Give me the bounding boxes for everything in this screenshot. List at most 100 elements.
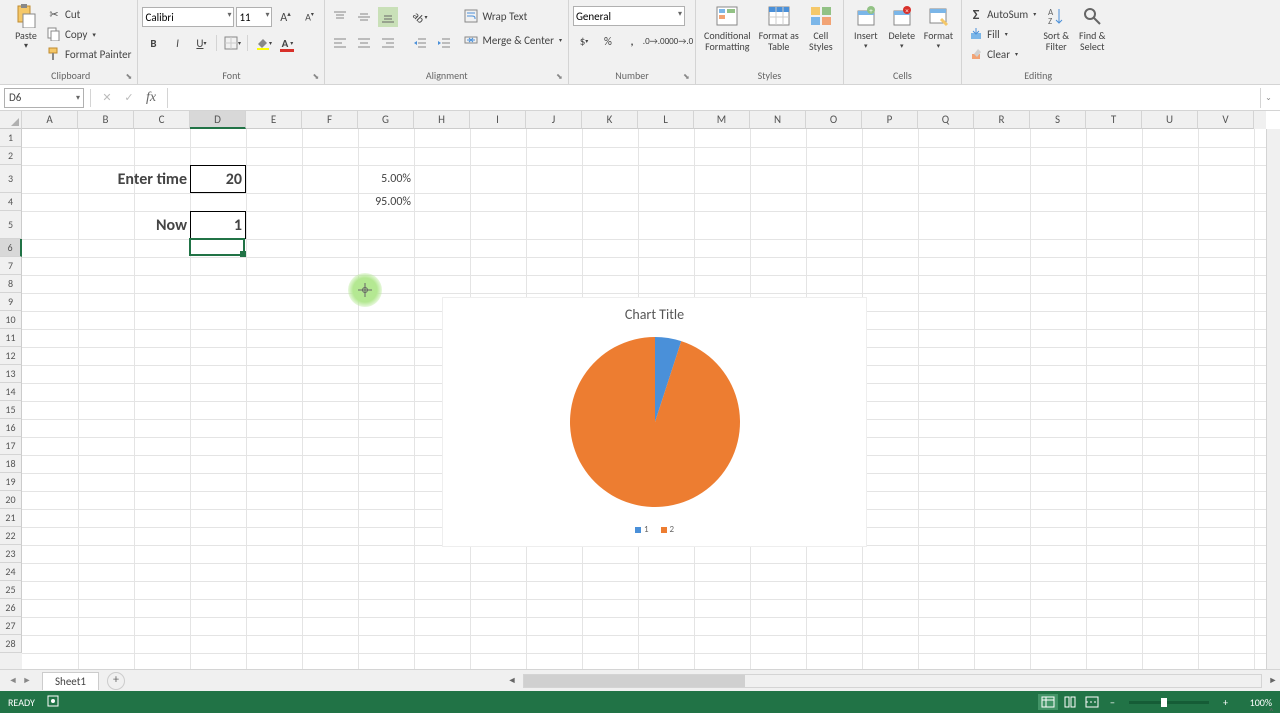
cell-styles-button[interactable]: Cell Styles bbox=[803, 2, 839, 54]
select-all-corner[interactable] bbox=[0, 111, 22, 129]
macro-record-icon[interactable] bbox=[47, 695, 59, 710]
col-header-N[interactable]: N bbox=[750, 111, 806, 129]
row-header-4[interactable]: 4 bbox=[0, 193, 22, 211]
align-top-button[interactable] bbox=[330, 7, 350, 27]
decrease-indent-button[interactable] bbox=[410, 33, 430, 53]
cell-D3[interactable]: 20 bbox=[190, 165, 246, 193]
zoom-slider[interactable] bbox=[1129, 701, 1209, 704]
col-header-K[interactable]: K bbox=[582, 111, 638, 129]
font-size-select[interactable] bbox=[236, 7, 272, 27]
row-header-3[interactable]: 3 bbox=[0, 165, 22, 193]
col-header-Q[interactable]: Q bbox=[918, 111, 974, 129]
col-header-F[interactable]: F bbox=[302, 111, 358, 129]
cell-D5[interactable]: 1 bbox=[190, 211, 246, 239]
number-format-select[interactable] bbox=[573, 6, 685, 26]
col-header-B[interactable]: B bbox=[78, 111, 134, 129]
row-header-11[interactable]: 11 bbox=[0, 329, 22, 347]
row-header-9[interactable]: 9 bbox=[0, 293, 22, 311]
format-button[interactable]: Format▾ bbox=[920, 2, 957, 52]
find-select-button[interactable]: Find & Select bbox=[1074, 2, 1110, 54]
row-header-8[interactable]: 8 bbox=[0, 275, 22, 293]
col-header-V[interactable]: V bbox=[1198, 111, 1254, 129]
row-header-26[interactable]: 26 bbox=[0, 599, 22, 617]
row-header-22[interactable]: 22 bbox=[0, 527, 22, 545]
align-right-button[interactable] bbox=[378, 33, 398, 53]
hscroll-left-button[interactable]: ◄ bbox=[505, 675, 519, 686]
row-header-2[interactable]: 2 bbox=[0, 147, 22, 165]
col-header-G[interactable]: G bbox=[358, 111, 414, 129]
tab-prev-button[interactable]: ◄ bbox=[6, 675, 20, 686]
insert-function-button[interactable]: fx bbox=[141, 88, 161, 108]
comma-button[interactable]: , bbox=[622, 31, 642, 51]
row-header-15[interactable]: 15 bbox=[0, 401, 22, 419]
zoom-level[interactable]: 100% bbox=[1236, 696, 1272, 709]
row-header-16[interactable]: 16 bbox=[0, 419, 22, 437]
row-header-10[interactable]: 10 bbox=[0, 311, 22, 329]
row-header-25[interactable]: 25 bbox=[0, 581, 22, 599]
row-header-7[interactable]: 7 bbox=[0, 257, 22, 275]
row-header-14[interactable]: 14 bbox=[0, 383, 22, 401]
col-header-P[interactable]: P bbox=[862, 111, 918, 129]
align-left-button[interactable] bbox=[330, 33, 350, 53]
wrap-text-button[interactable]: Wrap Text bbox=[461, 6, 564, 26]
row-header-23[interactable]: 23 bbox=[0, 545, 22, 563]
col-header-E[interactable]: E bbox=[246, 111, 302, 129]
col-header-A[interactable]: A bbox=[22, 111, 78, 129]
sheet-tab[interactable]: Sheet1 bbox=[42, 672, 99, 690]
col-header-D[interactable]: D bbox=[190, 111, 246, 129]
autosum-button[interactable]: ΣAutoSum▾ bbox=[966, 4, 1038, 24]
font-color-button[interactable]: A▾ bbox=[277, 33, 297, 53]
italic-button[interactable]: I bbox=[167, 33, 187, 53]
align-center-button[interactable] bbox=[354, 33, 374, 53]
col-header-T[interactable]: T bbox=[1086, 111, 1142, 129]
row-header-5[interactable]: 5 bbox=[0, 211, 22, 239]
add-sheet-button[interactable]: + bbox=[107, 672, 125, 690]
merge-center-button[interactable]: Merge & Center▾ bbox=[461, 30, 564, 50]
font-launcher[interactable]: ⬊ bbox=[312, 72, 322, 82]
cell-C5[interactable]: Now bbox=[78, 211, 190, 239]
cell-G4[interactable]: 95.00% bbox=[358, 193, 414, 211]
decrease-decimal-button[interactable]: .00→.0 bbox=[670, 31, 690, 51]
row-header-13[interactable]: 13 bbox=[0, 365, 22, 383]
increase-font-button[interactable]: A▴ bbox=[275, 7, 295, 27]
sort-filter-button[interactable]: AZSort & Filter bbox=[1038, 2, 1074, 54]
decrease-font-button[interactable]: A▾ bbox=[299, 7, 319, 27]
tab-next-button[interactable]: ► bbox=[20, 675, 34, 686]
copy-button[interactable]: Copy▾ bbox=[44, 24, 133, 44]
cut-button[interactable]: ✂Cut bbox=[44, 4, 133, 24]
paste-button[interactable]: Paste ▾ bbox=[8, 2, 44, 53]
collapse-ribbon-button[interactable]: ˄ bbox=[1269, 705, 1274, 718]
orientation-button[interactable]: ab▾ bbox=[410, 7, 430, 27]
borders-button[interactable]: ▾ bbox=[222, 33, 242, 53]
bold-button[interactable]: B bbox=[143, 33, 163, 53]
col-header-M[interactable]: M bbox=[694, 111, 750, 129]
row-header-28[interactable]: 28 bbox=[0, 635, 22, 653]
cell-C3[interactable]: Enter time bbox=[78, 165, 190, 193]
row-header-18[interactable]: 18 bbox=[0, 455, 22, 473]
accounting-button[interactable]: $▾ bbox=[574, 31, 594, 51]
cancel-formula-button[interactable]: ✕ bbox=[97, 88, 117, 108]
hscroll-right-button[interactable]: ► bbox=[1266, 675, 1280, 686]
col-header-R[interactable]: R bbox=[974, 111, 1030, 129]
col-header-H[interactable]: H bbox=[414, 111, 470, 129]
alignment-launcher[interactable]: ⬊ bbox=[556, 72, 566, 82]
row-header-20[interactable]: 20 bbox=[0, 491, 22, 509]
page-layout-view-button[interactable] bbox=[1060, 694, 1080, 710]
fill-color-button[interactable]: ▾ bbox=[253, 33, 273, 53]
percent-button[interactable]: % bbox=[598, 31, 618, 51]
increase-indent-button[interactable] bbox=[434, 33, 454, 53]
expand-formula-button[interactable]: ⌄ bbox=[1260, 88, 1276, 108]
font-name-select[interactable] bbox=[142, 7, 234, 27]
format-painter-button[interactable]: Format Painter bbox=[44, 44, 133, 64]
chart-object[interactable]: Chart Title 1 2 bbox=[442, 297, 867, 547]
clipboard-launcher[interactable]: ⬊ bbox=[125, 72, 135, 82]
align-middle-button[interactable] bbox=[354, 7, 374, 27]
col-header-O[interactable]: O bbox=[806, 111, 862, 129]
cell-G3[interactable]: 5.00% bbox=[358, 165, 414, 193]
row-header-6[interactable]: 6 bbox=[0, 239, 22, 257]
conditional-formatting-button[interactable]: Conditional Formatting bbox=[700, 2, 755, 54]
vertical-scrollbar[interactable] bbox=[1266, 129, 1280, 669]
row-header-1[interactable]: 1 bbox=[0, 129, 22, 147]
format-as-table-button[interactable]: Format as Table bbox=[755, 2, 803, 54]
name-box[interactable]: D6 bbox=[4, 88, 84, 108]
